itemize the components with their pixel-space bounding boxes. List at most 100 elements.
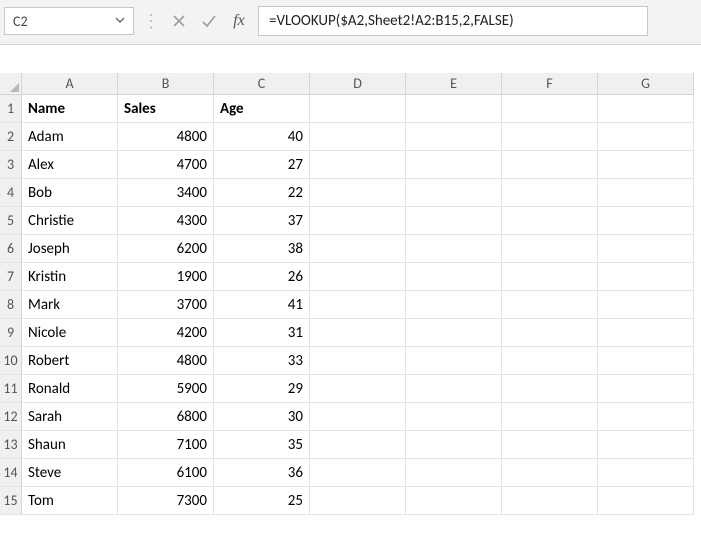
cell[interactable] bbox=[502, 179, 598, 207]
cell[interactable]: 4700 bbox=[118, 151, 214, 179]
cell[interactable] bbox=[310, 291, 406, 319]
cell[interactable] bbox=[310, 235, 406, 263]
row-head[interactable]: 15 bbox=[0, 487, 22, 515]
cell[interactable] bbox=[502, 263, 598, 291]
row-head[interactable]: 11 bbox=[0, 375, 22, 403]
cell[interactable] bbox=[598, 403, 694, 431]
name-box[interactable]: C2 bbox=[4, 7, 134, 35]
cell[interactable] bbox=[502, 459, 598, 487]
col-head-a[interactable]: A bbox=[22, 73, 118, 95]
col-head-g[interactable]: G bbox=[598, 73, 694, 95]
col-head-d[interactable]: D bbox=[310, 73, 406, 95]
cell[interactable] bbox=[310, 263, 406, 291]
cell[interactable] bbox=[502, 375, 598, 403]
cell[interactable]: Joseph bbox=[22, 235, 118, 263]
cell[interactable] bbox=[406, 263, 502, 291]
cell[interactable]: Shaun bbox=[22, 431, 118, 459]
cell[interactable]: 4800 bbox=[118, 123, 214, 151]
cell[interactable] bbox=[598, 487, 694, 515]
cell[interactable]: 4200 bbox=[118, 319, 214, 347]
cell[interactable] bbox=[406, 431, 502, 459]
cell[interactable]: Alex bbox=[22, 151, 118, 179]
cell[interactable] bbox=[406, 291, 502, 319]
cell[interactable]: 25 bbox=[214, 487, 310, 515]
cell[interactable]: 4300 bbox=[118, 207, 214, 235]
cell[interactable]: 38 bbox=[214, 235, 310, 263]
col-head-e[interactable]: E bbox=[406, 73, 502, 95]
row-head[interactable]: 13 bbox=[0, 431, 22, 459]
fx-icon[interactable]: fx bbox=[228, 10, 250, 32]
enter-icon[interactable] bbox=[198, 10, 220, 32]
cell[interactable]: 29 bbox=[214, 375, 310, 403]
cell[interactable] bbox=[406, 151, 502, 179]
cell[interactable] bbox=[406, 123, 502, 151]
cell[interactable]: 6100 bbox=[118, 459, 214, 487]
cell[interactable] bbox=[598, 319, 694, 347]
cell[interactable]: Bob bbox=[22, 179, 118, 207]
cell[interactable]: 33 bbox=[214, 347, 310, 375]
cell[interactable] bbox=[406, 487, 502, 515]
cell[interactable] bbox=[406, 319, 502, 347]
cell[interactable]: Christie bbox=[22, 207, 118, 235]
cell[interactable] bbox=[598, 123, 694, 151]
row-head[interactable]: 7 bbox=[0, 263, 22, 291]
cell[interactable]: 26 bbox=[214, 263, 310, 291]
cell[interactable] bbox=[310, 375, 406, 403]
cell[interactable] bbox=[598, 375, 694, 403]
cell[interactable]: 3700 bbox=[118, 291, 214, 319]
cell[interactable] bbox=[598, 431, 694, 459]
cell[interactable] bbox=[310, 123, 406, 151]
row-head[interactable]: 4 bbox=[0, 179, 22, 207]
cell[interactable]: Sarah bbox=[22, 403, 118, 431]
formula-input[interactable]: =VLOOKUP($A2,Sheet2!A2:B15,2,FALSE) bbox=[258, 6, 648, 36]
row-head[interactable]: 9 bbox=[0, 319, 22, 347]
cell[interactable] bbox=[310, 319, 406, 347]
cell[interactable]: 3400 bbox=[118, 179, 214, 207]
cell[interactable]: 22 bbox=[214, 179, 310, 207]
cell[interactable]: 4800 bbox=[118, 347, 214, 375]
select-all-corner[interactable] bbox=[0, 73, 22, 95]
cell[interactable]: Adam bbox=[22, 123, 118, 151]
cell[interactable]: Nicole bbox=[22, 319, 118, 347]
cell[interactable] bbox=[598, 291, 694, 319]
cell[interactable] bbox=[502, 291, 598, 319]
row-head[interactable]: 6 bbox=[0, 235, 22, 263]
cell[interactable] bbox=[406, 459, 502, 487]
cell[interactable] bbox=[502, 207, 598, 235]
cell[interactable] bbox=[502, 431, 598, 459]
cell[interactable] bbox=[598, 235, 694, 263]
cell[interactable] bbox=[310, 95, 406, 123]
cell[interactable] bbox=[502, 403, 598, 431]
cell[interactable] bbox=[598, 95, 694, 123]
cell[interactable] bbox=[598, 347, 694, 375]
cell[interactable]: 6800 bbox=[118, 403, 214, 431]
cell[interactable] bbox=[310, 347, 406, 375]
cell[interactable]: 31 bbox=[214, 319, 310, 347]
row-head[interactable]: 12 bbox=[0, 403, 22, 431]
cell[interactable] bbox=[310, 431, 406, 459]
cell[interactable] bbox=[598, 263, 694, 291]
cell[interactable] bbox=[406, 207, 502, 235]
col-head-b[interactable]: B bbox=[118, 73, 214, 95]
row-head[interactable]: 5 bbox=[0, 207, 22, 235]
cell[interactable]: Ronald bbox=[22, 375, 118, 403]
cell[interactable] bbox=[502, 235, 598, 263]
cell[interactable]: Name bbox=[22, 95, 118, 123]
row-head[interactable]: 2 bbox=[0, 123, 22, 151]
cell[interactable]: 30 bbox=[214, 403, 310, 431]
row-head[interactable]: 1 bbox=[0, 95, 22, 123]
cell[interactable] bbox=[310, 487, 406, 515]
cell[interactable]: 41 bbox=[214, 291, 310, 319]
cell[interactable] bbox=[598, 207, 694, 235]
cell[interactable]: 40 bbox=[214, 123, 310, 151]
cell[interactable] bbox=[310, 151, 406, 179]
chevron-down-icon[interactable] bbox=[115, 15, 125, 28]
cell[interactable]: 7300 bbox=[118, 487, 214, 515]
cell[interactable]: 7100 bbox=[118, 431, 214, 459]
cell[interactable] bbox=[406, 235, 502, 263]
cell[interactable] bbox=[502, 487, 598, 515]
row-head[interactable]: 14 bbox=[0, 459, 22, 487]
cell[interactable]: 1900 bbox=[118, 263, 214, 291]
cell[interactable] bbox=[598, 151, 694, 179]
cell[interactable]: 36 bbox=[214, 459, 310, 487]
